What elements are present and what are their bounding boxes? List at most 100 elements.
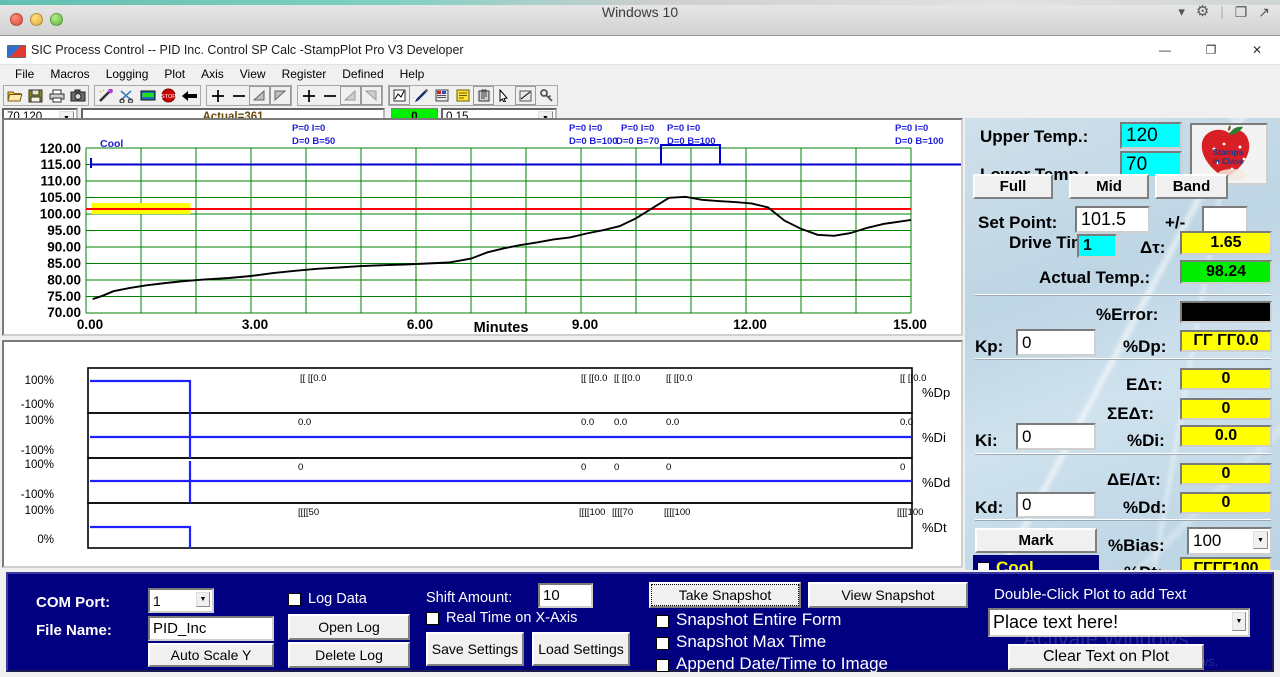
shift-amount-input[interactable]: 10 <box>538 583 593 608</box>
svg-text:-100%: -100% <box>21 489 54 501</box>
menu-item-plot[interactable]: Plot <box>156 65 193 84</box>
actual-temp-label: Actual Temp.: <box>1039 268 1151 287</box>
minus-icon[interactable] <box>319 86 340 105</box>
zoom-region-icon[interactable] <box>515 86 536 105</box>
window-icon[interactable]: ❐ <box>1235 5 1248 19</box>
pointer-icon[interactable] <box>494 86 515 105</box>
chevron-down-icon[interactable]: ▾ <box>1178 5 1185 18</box>
full-scale-button[interactable]: Full <box>973 174 1053 199</box>
svg-text:100%: 100% <box>25 505 54 517</box>
chevron-down-icon[interactable]: ▼ <box>1232 612 1246 631</box>
bias-combo[interactable]: 100 ▼ <box>1187 527 1272 555</box>
snapshot-entire-form-checkbox[interactable] <box>656 615 669 628</box>
plot-text-combo[interactable]: Place text here! ▼ <box>988 608 1250 637</box>
notes-icon[interactable] <box>452 86 473 105</box>
kd-field[interactable]: 0 <box>1016 492 1096 518</box>
chevron-down-icon[interactable]: ▼ <box>196 592 210 607</box>
temperature-plot-svg[interactable]: P=0 I=0D=0 B=50 P=0 I=0D=0 B=100 P=0 I=0… <box>4 120 961 334</box>
ki-field[interactable]: 0 <box>1016 423 1096 450</box>
set-point-field[interactable]: 101.5 <box>1075 206 1150 233</box>
set-point-label: Set Point: <box>978 213 1058 232</box>
save-disk-icon[interactable] <box>25 86 46 105</box>
chevron-down-icon[interactable]: ▼ <box>1253 531 1268 549</box>
plot-window-icon[interactable] <box>389 86 410 105</box>
append-datetime-checkbox[interactable] <box>656 659 669 672</box>
clipboard-icon[interactable] <box>473 86 494 105</box>
wand-icon[interactable] <box>95 86 116 105</box>
back-arrow-icon[interactable] <box>179 86 200 105</box>
mark-button[interactable]: Mark <box>975 528 1097 553</box>
snapshot-max-time-checkbox[interactable] <box>656 637 669 650</box>
lcd-display-icon[interactable] <box>137 86 158 105</box>
plus-minus-field[interactable] <box>1202 206 1248 233</box>
open-log-button[interactable]: Open Log <box>288 614 410 640</box>
clear-text-button[interactable]: Clear Text on Plot <box>1008 644 1204 670</box>
camera-icon[interactable] <box>67 86 88 105</box>
bias-value: 100 <box>1193 531 1222 550</box>
com-port-combo[interactable]: 1 ▼ <box>148 588 214 613</box>
maximize-button[interactable]: ❐ <box>1188 36 1234 65</box>
plus-icon[interactable] <box>207 86 228 105</box>
log-data-checkbox[interactable] <box>288 593 301 606</box>
toolbar-group-controls: STOP <box>94 85 201 106</box>
key-icon[interactable] <box>536 86 557 105</box>
open-folder-icon[interactable] <box>4 86 25 105</box>
menu-item-view[interactable]: View <box>232 65 274 84</box>
cool-checkbox[interactable]: Cool <box>973 555 1099 570</box>
menu-item-macros[interactable]: Macros <box>42 65 97 84</box>
gear-icon[interactable]: ⚙ <box>1196 4 1209 19</box>
vm-title-text: Windows 10 <box>601 4 679 20</box>
cool-checkbox-box[interactable] <box>977 561 990 570</box>
menu-item-axis[interactable]: Axis <box>193 65 232 84</box>
mid-scale-button[interactable]: Mid <box>1069 174 1149 199</box>
minus-icon[interactable] <box>228 86 249 105</box>
svg-text:-100%: -100% <box>21 445 54 457</box>
de-delta-tau-value: 0 <box>1221 465 1231 482</box>
shift-left-icon[interactable] <box>340 86 361 105</box>
print-icon[interactable] <box>46 86 67 105</box>
take-snapshot-button[interactable]: Take Snapshot <box>649 582 801 608</box>
svg-text:3.00: 3.00 <box>242 317 268 332</box>
di-label: %Di: <box>1127 431 1165 450</box>
menu-item-help[interactable]: Help <box>392 65 433 84</box>
svg-text:D=0 B=70: D=0 B=70 <box>616 136 659 147</box>
pid-component-plot-svg[interactable]: [[ [[0.0 [[ [[0.0 [[ [[0.0 [[ [[0.0 [[ [… <box>4 342 961 566</box>
fullscreen-icon[interactable]: ↗ <box>1258 5 1270 19</box>
svg-text:P=0 I=0: P=0 I=0 <box>569 123 602 134</box>
scale-up-icon[interactable] <box>249 86 270 105</box>
dd-value: 0 <box>1221 494 1231 511</box>
svg-text:100.00: 100.00 <box>40 207 81 222</box>
cool-checkbox-label: Cool <box>996 558 1034 570</box>
upper-temp-field[interactable]: 120 <box>1120 122 1182 149</box>
shift-right-icon[interactable] <box>361 86 382 105</box>
append-datetime-label: Append Date/Time to Image <box>676 654 888 673</box>
file-name-input[interactable]: PID_Inc <box>148 616 274 641</box>
scissors-icon[interactable] <box>116 86 137 105</box>
stop-sign-icon[interactable]: STOP <box>158 86 179 105</box>
save-settings-button[interactable]: Save Settings <box>426 632 524 666</box>
delete-log-button[interactable]: Delete Log <box>288 642 410 668</box>
pid-component-plot-panel[interactable]: [[ [[0.0 [[ [[0.0 [[ [[0.0 [[ [[0.0 [[ [… <box>2 340 963 568</box>
menu-item-file[interactable]: File <box>7 65 42 84</box>
temperature-plot-panel[interactable]: P=0 I=0 D=0 B=50 P=0 I=0 D=0 B=100 P=0 I=0… <box>2 118 963 336</box>
palette-icon[interactable] <box>431 86 452 105</box>
kd-label: Kd: <box>975 498 1004 517</box>
svg-text:0.0: 0.0 <box>298 417 311 428</box>
kp-field[interactable]: 0 <box>1016 329 1096 356</box>
e-delta-tau-label: EΔτ: <box>1126 375 1163 394</box>
menu-item-logging[interactable]: Logging <box>98 65 157 84</box>
band-scale-button[interactable]: Band <box>1155 174 1228 199</box>
plus-icon[interactable] <box>298 86 319 105</box>
scale-down-icon[interactable] <box>270 86 291 105</box>
drive-time-field[interactable]: 1 <box>1077 234 1117 258</box>
menu-item-register[interactable]: Register <box>274 65 335 84</box>
load-settings-button[interactable]: Load Settings <box>532 632 630 666</box>
auto-scale-y-button[interactable]: Auto Scale Y <box>148 643 274 667</box>
real-time-checkbox[interactable] <box>426 612 439 625</box>
close-button[interactable]: ✕ <box>1234 36 1280 65</box>
view-snapshot-button[interactable]: View Snapshot <box>808 582 968 608</box>
pen-icon[interactable] <box>410 86 431 105</box>
menu-item-defined[interactable]: Defined <box>334 65 391 84</box>
minimize-button[interactable]: — <box>1142 36 1188 65</box>
toolbar-group-yzoom <box>206 85 292 106</box>
